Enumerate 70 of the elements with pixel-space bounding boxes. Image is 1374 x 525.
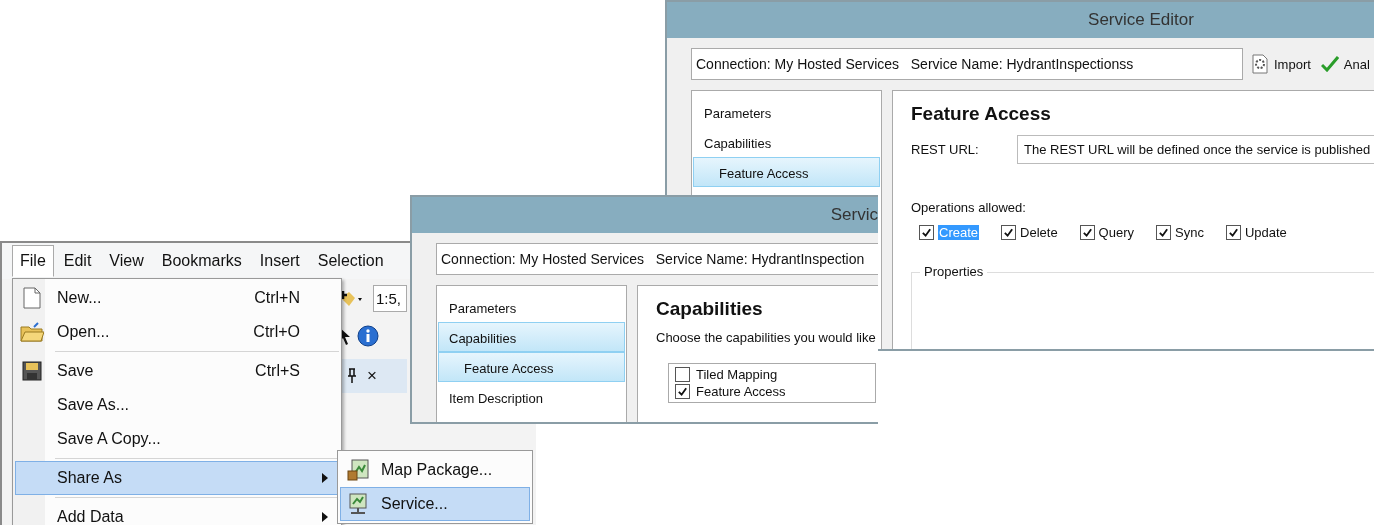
- menu-item-label: Service...: [381, 495, 448, 513]
- menu-item[interactable]: Share As: [15, 461, 339, 495]
- nav-item[interactable]: Feature Access: [693, 157, 880, 187]
- field-label: REST URL:: [911, 142, 980, 157]
- checkbox[interactable]: [1156, 225, 1171, 240]
- menu-item-label: Save As...: [56, 396, 131, 414]
- menu-item[interactable]: Save A Copy...: [15, 422, 339, 456]
- menu-item[interactable]: New... Ctrl+N: [15, 281, 339, 315]
- menu-bar-item[interactable]: Selection: [309, 245, 392, 277]
- checkbox-label[interactable]: Delete: [1020, 225, 1058, 240]
- scale-field[interactable]: 1:5,: [373, 284, 407, 312]
- checkbox[interactable]: [1225, 225, 1241, 240]
- checkbox-label[interactable]: Sync: [1175, 225, 1204, 240]
- checkbox[interactable]: [675, 384, 690, 399]
- menu-item[interactable]: Save Ctrl+S: [15, 354, 339, 388]
- menu-item[interactable]: Save As...: [15, 388, 339, 422]
- check-icon: [1320, 56, 1339, 72]
- nav-item[interactable]: Capabilities: [693, 127, 880, 157]
- menu-bar-item[interactable]: File: [12, 245, 54, 277]
- nav-item[interactable]: Item Description: [438, 382, 625, 412]
- checkbox[interactable]: [675, 367, 690, 382]
- document-icon: [23, 287, 41, 309]
- shortcut-label: Ctrl+S: [255, 362, 301, 380]
- menu-item-label: Share As: [56, 469, 123, 487]
- connection-field: Connection: My Hosted Services Service Name: HydrantInspection: [436, 243, 878, 275]
- toolbar-button[interactable]: Import: [1249, 54, 1313, 74]
- checkbox-label[interactable]: Query: [1098, 225, 1134, 240]
- service-icon: [347, 493, 369, 515]
- checkbox[interactable]: [1001, 225, 1017, 240]
- gear-document-icon: [1251, 54, 1269, 74]
- menu-bar-item[interactable]: Edit: [55, 245, 100, 277]
- shortcut-label: Ctrl+N: [254, 289, 301, 307]
- nav-item[interactable]: Parameters: [438, 292, 625, 322]
- nav-item[interactable]: Parameters: [693, 97, 880, 127]
- nav-item[interactable]: Capabilities: [438, 322, 625, 352]
- rest-url-field[interactable]: The REST URL will be defined once the service is published: [1017, 135, 1374, 164]
- window-title: Service Editor: [1088, 10, 1194, 30]
- info-icon[interactable]: [357, 325, 379, 347]
- menu-item[interactable]: Add Data: [15, 500, 339, 525]
- group-label: Properties: [920, 264, 988, 279]
- instruction-text: Choose the capabilities you would like: [656, 330, 876, 345]
- menu-bar-item[interactable]: View: [101, 245, 152, 277]
- nav-item[interactable]: Feature Access: [438, 352, 625, 382]
- menu-bar-item[interactable]: Bookmarks: [153, 245, 250, 277]
- section-heading: Capabilities: [656, 298, 764, 320]
- menu-item[interactable]: Open... Ctrl+O: [15, 315, 339, 349]
- shortcut-label: Ctrl+O: [253, 323, 301, 341]
- menu-bar-item[interactable]: Insert: [251, 245, 308, 277]
- checkbox[interactable]: [919, 225, 934, 240]
- menu-item-label: Save: [56, 362, 95, 380]
- folder-icon: [20, 321, 44, 343]
- window-title: Servic: [830, 205, 878, 225]
- operations-label: Operations allowed:: [911, 200, 1027, 215]
- menu-item-label: Open...: [56, 323, 111, 341]
- menu-item-label: New...: [56, 289, 103, 307]
- menu-item[interactable]: Map Package...: [340, 453, 530, 487]
- menu-item-label: Add Data: [56, 508, 125, 525]
- package-icon: [347, 459, 369, 481]
- section-heading: Feature Access: [911, 103, 1052, 125]
- checkbox-label[interactable]: Update: [1244, 225, 1287, 240]
- pin-icon[interactable]: [347, 368, 357, 384]
- menu-item[interactable]: Service...: [340, 487, 530, 521]
- toolbar-button[interactable]: Anal: [1318, 56, 1372, 72]
- menu-item-label: Save A Copy...: [56, 430, 162, 448]
- checkbox-label[interactable]: Feature Access: [696, 384, 786, 399]
- checkbox-label[interactable]: Tiled Mapping: [696, 367, 778, 382]
- close-button[interactable]: ×: [367, 366, 377, 386]
- connection-field: Connection: My Hosted Services Service Name: HydrantInspectionss: [691, 48, 1243, 80]
- menu-item-label: Map Package...: [381, 461, 493, 479]
- checkbox[interactable]: [1079, 225, 1095, 240]
